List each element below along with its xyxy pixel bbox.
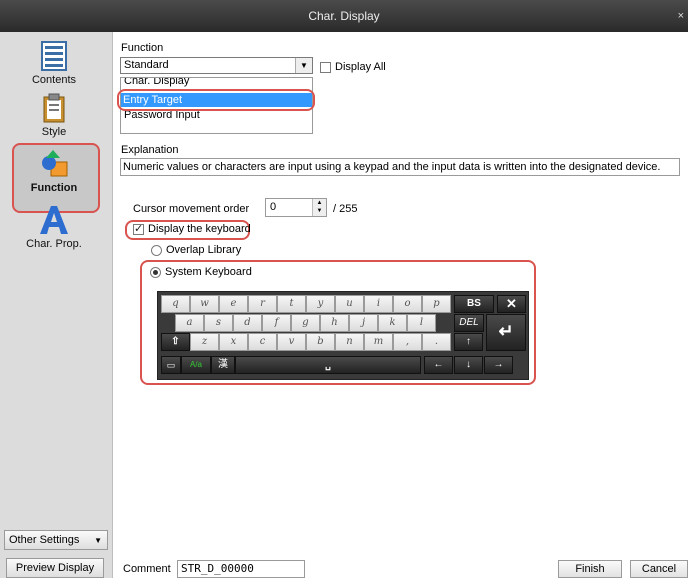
sidebar: Contents Style Function Char. Prop. Othe…: [0, 32, 113, 578]
other-settings-button[interactable]: Other Settings ▼: [4, 530, 108, 550]
preview-display-button[interactable]: Preview Display: [6, 558, 104, 578]
keyboard-icon: ▭: [161, 356, 181, 374]
cursor-order-value: 0: [270, 201, 277, 213]
overlap-library-label: Overlap Library: [166, 244, 242, 256]
key: i: [364, 295, 393, 313]
display-all-checkbox[interactable]: [320, 62, 331, 73]
display-keyboard-label: Display the keyboard: [148, 223, 251, 235]
arrow-right-icon: →: [484, 356, 513, 374]
cursor-order-max: / 255: [333, 203, 358, 215]
explanation-label: Explanation: [121, 144, 179, 156]
key: y: [306, 295, 335, 313]
shift-key-icon: ⇧: [161, 333, 190, 351]
sidebar-item-label: Char. Prop.: [26, 238, 82, 250]
case-toggle-key: A/a: [181, 356, 211, 374]
close-keyboard-icon: ✕: [497, 295, 526, 313]
key: p: [422, 295, 451, 313]
system-keyboard-radio[interactable]: [150, 267, 161, 278]
sidebar-item-style[interactable]: Style: [8, 92, 100, 138]
key: z: [190, 333, 219, 351]
chevron-down-icon: ▼: [94, 536, 102, 545]
key: w: [190, 295, 219, 313]
key: a: [175, 314, 204, 332]
function-select[interactable]: Standard ▼: [120, 57, 313, 74]
arrow-up-icon: ↑: [454, 333, 483, 351]
key: f: [262, 314, 291, 332]
space-key-icon: ␣: [235, 356, 421, 374]
key: ,: [393, 333, 422, 351]
key: t: [277, 295, 306, 313]
key: v: [277, 333, 306, 351]
backspace-key: BS: [454, 295, 494, 313]
keyboard-preview: q w e r t y u i o p BS ✕ a s d f g h j k…: [157, 291, 529, 380]
key: e: [219, 295, 248, 313]
title-bar: Char. Display ×: [0, 0, 688, 32]
spin-arrows-icon[interactable]: ▲ ▼: [312, 199, 326, 216]
key: q: [161, 295, 190, 313]
key: g: [291, 314, 320, 332]
enter-key-icon: ↵: [486, 314, 526, 351]
key: o: [393, 295, 422, 313]
window-title: Char. Display: [308, 9, 380, 23]
function-select-value: Standard: [124, 59, 169, 71]
key: .: [422, 333, 451, 351]
clipboard-icon: [43, 93, 65, 123]
arrow-down-icon: ↓: [454, 356, 483, 374]
sidebar-item-label: Style: [41, 126, 67, 138]
explanation-text: Numeric values or characters are input u…: [120, 158, 680, 176]
cursor-order-stepper[interactable]: 0 ▲ ▼: [265, 198, 327, 217]
system-keyboard-label: System Keyboard: [165, 266, 252, 278]
delete-key: DEL: [454, 314, 484, 332]
cancel-button[interactable]: Cancel: [630, 560, 688, 578]
sidebar-item-function[interactable]: Function: [8, 148, 100, 194]
sidebar-item-label: Contents: [31, 74, 77, 86]
key: b: [306, 333, 335, 351]
key: x: [219, 333, 248, 351]
key: n: [335, 333, 364, 351]
comment-input[interactable]: STR_D_00000: [177, 560, 305, 578]
sidebar-item-contents[interactable]: Contents: [8, 40, 100, 86]
entry-target-highlight: [117, 89, 315, 111]
key: r: [248, 295, 277, 313]
close-icon[interactable]: ×: [678, 0, 684, 32]
key: m: [364, 333, 393, 351]
comment-label: Comment: [123, 563, 171, 575]
key: u: [335, 295, 364, 313]
finish-button[interactable]: Finish: [558, 560, 622, 578]
display-all-label: Display All: [335, 61, 386, 73]
key: d: [233, 314, 262, 332]
key: c: [248, 333, 277, 351]
display-keyboard-checkbox[interactable]: [133, 222, 144, 235]
cursor-order-label: Cursor movement order: [133, 203, 250, 215]
overlap-library-radio[interactable]: [151, 245, 162, 256]
key: h: [320, 314, 349, 332]
sidebar-item-label: Function: [30, 182, 78, 194]
sidebar-item-char-prop[interactable]: Char. Prop.: [8, 204, 100, 250]
function-label: Function: [121, 42, 164, 54]
letter-a-icon: [40, 206, 68, 234]
key: s: [204, 314, 233, 332]
arrow-left-icon: ←: [424, 356, 453, 374]
list-item[interactable]: Char. Display: [124, 78, 189, 87]
kanji-key: 漢: [211, 356, 235, 374]
chevron-down-icon: ▼: [295, 58, 312, 73]
key: k: [378, 314, 407, 332]
other-settings-label: Other Settings: [9, 534, 80, 546]
key: l: [407, 314, 436, 332]
list-icon: [41, 41, 67, 71]
key: j: [349, 314, 378, 332]
shapes-icon: [42, 150, 68, 177]
